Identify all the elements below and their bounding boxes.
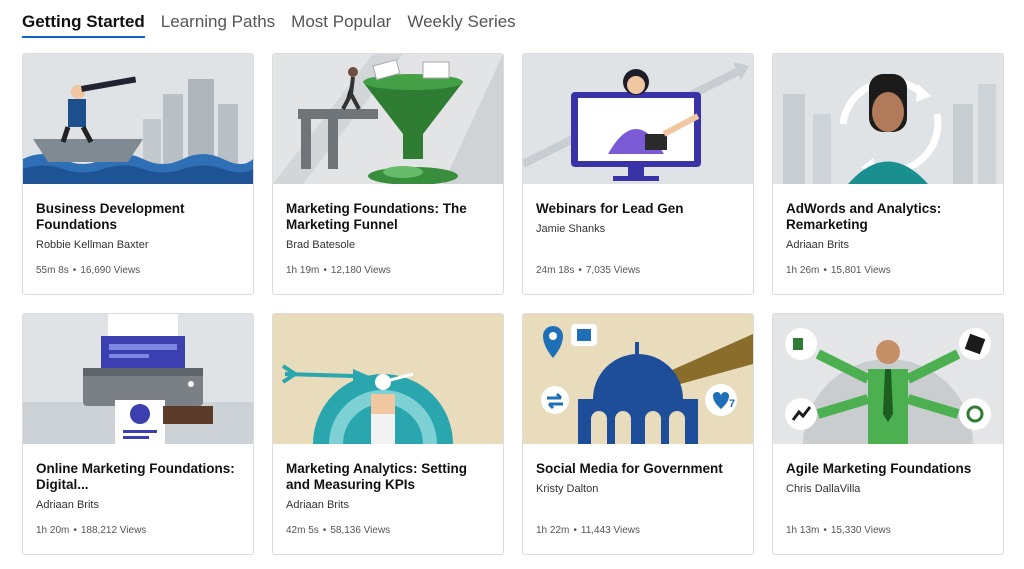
course-thumbnail-printer (23, 314, 253, 444)
course-thumbnail-agile (773, 314, 1003, 444)
course-meta: 55m 8s • 16,690 Views (36, 265, 140, 276)
course-thumbnail-government: 7 (523, 314, 753, 444)
meta-separator: • (322, 525, 327, 536)
course-author: Jamie Shanks (536, 223, 606, 235)
course-title[interactable]: AdWords and Analytics: Remarketing (786, 201, 990, 233)
course-duration: 42m 5s (286, 525, 319, 536)
course-duration: 1h 20m (36, 525, 70, 536)
course-views: 58,136 Views (330, 525, 391, 536)
course-thumbnail-remarketing (773, 54, 1003, 184)
meta-separator: • (823, 265, 827, 276)
course-views: 11,443 Views (580, 525, 640, 536)
course-title[interactable]: Webinars for Lead Gen (536, 201, 740, 217)
course-thumbnail-webinar (523, 54, 753, 184)
course-title[interactable]: Marketing Foundations: The Marketing Fun… (286, 201, 490, 233)
tab-most-popular[interactable]: Most Popular (291, 12, 391, 38)
course-title[interactable]: Online Marketing Foundations: Digital... (36, 461, 240, 493)
meta-separator: • (323, 265, 327, 276)
course-author: Adriaan Brits (786, 239, 849, 251)
course-card[interactable]: 7 Social Media for Government Kristy Dal… (522, 313, 754, 555)
course-views: 12,180 Views (330, 265, 391, 276)
meta-separator: • (72, 265, 77, 276)
tab-bar: Getting Started Learning Paths Most Popu… (22, 12, 516, 38)
course-views: 188,212 Views (80, 525, 147, 536)
course-meta: 1h 13m • 15,330 Views (786, 525, 891, 536)
meta-separator: • (73, 525, 77, 536)
course-views: 15,801 Views (830, 265, 891, 276)
course-author: Chris DallaVilla (786, 483, 861, 495)
course-author: Adriaan Brits (36, 499, 99, 511)
course-views: 7,035 Views (585, 265, 641, 276)
course-meta: 42m 5s • 58,136 Views (286, 525, 390, 536)
course-meta: 1h 20m • 188,212 Views (36, 525, 146, 536)
likes-count: 7 (729, 398, 735, 410)
course-author: Robbie Kellman Baxter (36, 239, 149, 251)
course-views: 15,330 Views (830, 525, 891, 536)
course-grid: Business Development Foundations Robbie … (22, 53, 1004, 555)
tab-learning-paths[interactable]: Learning Paths (161, 12, 275, 38)
course-card[interactable]: Marketing Foundations: The Marketing Fun… (272, 53, 504, 295)
course-card[interactable]: Agile Marketing Foundations Chris DallaV… (772, 313, 1004, 555)
course-title[interactable]: Social Media for Government (536, 461, 740, 477)
tab-weekly-series[interactable]: Weekly Series (407, 12, 515, 38)
course-card[interactable]: Webinars for Lead Gen Jamie Shanks 24m 1… (522, 53, 754, 295)
course-views: 16,690 Views (80, 265, 141, 276)
course-author: Brad Batesole (286, 239, 356, 251)
course-duration: 55m 8s (36, 265, 69, 276)
course-duration: 1h 22m (536, 525, 570, 536)
course-duration: 1h 13m (786, 525, 820, 536)
meta-separator: • (578, 265, 582, 276)
course-meta: 24m 18s • 7,035 Views (536, 265, 640, 276)
course-card[interactable]: AdWords and Analytics: Remarketing Adria… (772, 53, 1004, 295)
course-duration: 1h 19m (286, 265, 320, 276)
course-author: Adriaan Brits (286, 499, 349, 511)
course-thumbnail-funnel (273, 54, 503, 184)
course-thumbnail-gauge (273, 314, 503, 444)
course-duration: 1h 26m (786, 265, 820, 276)
course-author: Kristy Dalton (536, 483, 599, 495)
meta-separator: • (573, 525, 577, 536)
course-title[interactable]: Marketing Analytics: Setting and Measuri… (286, 461, 490, 493)
course-thumbnail-telescope (23, 54, 253, 184)
course-duration: 24m 18s (536, 265, 575, 276)
course-card[interactable]: Online Marketing Foundations: Digital...… (22, 313, 254, 555)
course-card[interactable]: Business Development Foundations Robbie … (22, 53, 254, 295)
course-card[interactable]: Marketing Analytics: Setting and Measuri… (272, 313, 504, 555)
meta-separator: • (823, 525, 827, 536)
tab-getting-started[interactable]: Getting Started (22, 12, 145, 38)
course-meta: 1h 19m • 12,180 Views (286, 265, 391, 276)
course-title[interactable]: Business Development Foundations (36, 201, 240, 233)
course-title[interactable]: Agile Marketing Foundations (786, 461, 990, 477)
course-meta: 1h 22m • 11,443 Views (536, 525, 640, 536)
course-meta: 1h 26m • 15,801 Views (786, 265, 891, 276)
